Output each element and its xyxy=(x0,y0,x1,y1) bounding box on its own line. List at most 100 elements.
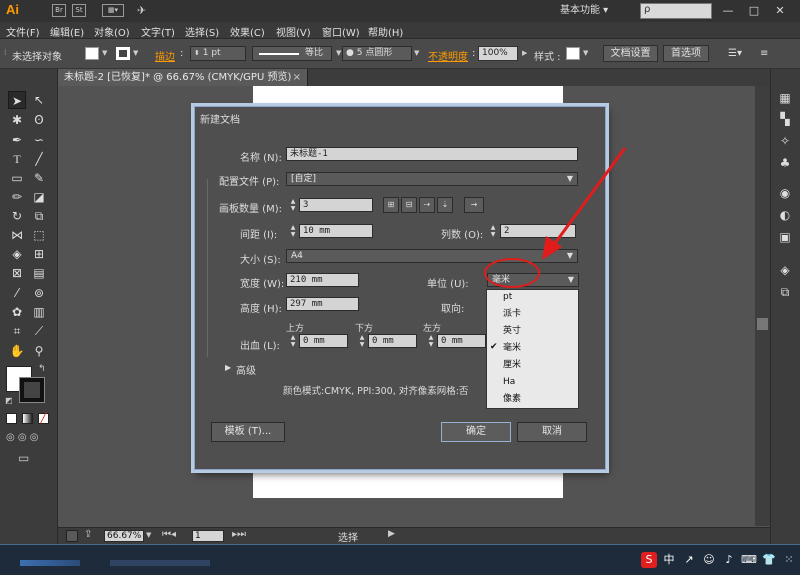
spacing-field[interactable]: 10 mm xyxy=(299,224,373,238)
zoom-tool-icon[interactable]: ⚲ xyxy=(30,342,48,360)
free-transform-tool-icon[interactable]: ⬚ xyxy=(30,226,48,244)
menu-window[interactable]: 窗口(W) xyxy=(322,24,360,39)
status-menu-icon[interactable] xyxy=(66,530,78,542)
units-option-inch[interactable]: 英寸 xyxy=(503,323,573,339)
close-window-button[interactable]: ✕ xyxy=(770,3,790,19)
direct-selection-tool-icon[interactable]: ↖ xyxy=(30,91,48,109)
magic-wand-tool-icon[interactable]: ✱ xyxy=(8,111,26,129)
arrange-by-column-icon[interactable]: ⇣ xyxy=(437,197,453,213)
units-option-pt[interactable]: pt xyxy=(503,289,573,305)
paintbrush-tool-icon[interactable]: ✎ xyxy=(30,169,48,187)
rectangle-tool-icon[interactable]: ▭ xyxy=(8,169,26,187)
stroke-color-box[interactable] xyxy=(19,377,45,403)
type-tool-icon[interactable]: T xyxy=(8,150,26,168)
grid-by-row-icon[interactable]: ⊞ xyxy=(383,197,399,213)
menu-edit[interactable]: 编辑(E) xyxy=(50,24,84,39)
ime-voice-icon[interactable]: ♪ xyxy=(721,552,737,568)
default-colors-icon[interactable]: ◩ xyxy=(5,396,13,405)
rotate-tool-icon[interactable]: ↻ xyxy=(8,207,26,225)
none-mode-icon[interactable]: ╱ xyxy=(38,413,49,424)
advanced-toggle[interactable]: 高级 xyxy=(236,362,256,377)
pencil-tool-icon[interactable]: ✏ xyxy=(8,188,26,206)
search-input[interactable]: ρ xyxy=(640,3,712,19)
units-option-centimeter[interactable]: 厘米 xyxy=(503,357,573,373)
units-option-ha[interactable]: Ha xyxy=(503,374,573,390)
color-mode-icon[interactable] xyxy=(6,413,17,424)
artboards-stepper-icon[interactable]: ▲ ▼ xyxy=(288,198,298,212)
chevron-down-icon[interactable]: ▼ xyxy=(146,531,151,539)
brushes-panel-icon[interactable]: ✧ xyxy=(777,133,793,149)
gpu-performance-icon[interactable]: ✈ xyxy=(137,4,146,17)
width-tool-icon[interactable]: ⋈ xyxy=(8,226,26,244)
stepper-icon[interactable]: ⬍ xyxy=(194,49,200,57)
stroke-weight-field[interactable]: ⬍ 1 pt xyxy=(190,46,246,61)
artboards-field[interactable]: 3 xyxy=(299,198,373,212)
columns-stepper-icon[interactable]: ▲ ▼ xyxy=(488,224,498,238)
scrollbar-thumb[interactable] xyxy=(757,318,768,330)
chevron-down-icon[interactable]: ▼ xyxy=(133,49,141,57)
artboard-tool-icon[interactable]: ⌗ xyxy=(8,322,26,340)
swap-colors-icon[interactable]: ↰ xyxy=(38,364,46,374)
align-icon[interactable]: ☰▾ xyxy=(728,48,742,59)
panel-menu-icon[interactable]: ≡ xyxy=(760,48,768,59)
document-tab[interactable]: 未标题-2 [已恢复]* @ 66.67% (CMYK/GPU 预览) × xyxy=(58,69,308,86)
drawing-mode-icon[interactable]: ◎ ◎ ◎ xyxy=(6,432,39,443)
chevron-right-icon[interactable]: ▶ xyxy=(522,49,530,57)
screen-mode-icon[interactable]: ▭ xyxy=(18,451,29,465)
bleed-top-field[interactable]: 0 mm xyxy=(299,334,348,348)
stroke-swatch[interactable] xyxy=(116,47,130,60)
graphic-styles-icon[interactable]: ◐ xyxy=(777,207,793,223)
ime-emoji-icon[interactable]: ☺ xyxy=(701,552,717,568)
bleed-top-stepper-icon[interactable]: ▲ ▼ xyxy=(288,334,298,348)
taskbar-app-button[interactable] xyxy=(110,560,210,566)
symbol-sprayer-tool-icon[interactable]: ✿ xyxy=(8,303,26,321)
opacity-field[interactable]: 100% xyxy=(478,46,518,61)
transparency-panel-icon[interactable]: ▣ xyxy=(777,229,793,245)
scale-tool-icon[interactable]: ⧉ xyxy=(30,207,48,225)
gradient-tool-icon[interactable]: ▤ xyxy=(30,264,48,282)
document-setup-button[interactable]: 文档设置 xyxy=(603,45,658,62)
menu-type[interactable]: 文字(T) xyxy=(141,24,175,39)
menu-select[interactable]: 选择(S) xyxy=(185,24,219,39)
maximize-button[interactable]: □ xyxy=(744,3,764,19)
bleed-left-stepper-icon[interactable]: ▲ ▼ xyxy=(426,334,436,348)
zoom-field[interactable]: 66.67% xyxy=(104,530,144,542)
curvature-tool-icon[interactable]: ∽ xyxy=(30,131,48,149)
variable-width-profile[interactable]: 等比 xyxy=(252,46,332,61)
status-arrow-icon[interactable]: ▶ xyxy=(388,529,395,539)
mesh-tool-icon[interactable]: ⊠ xyxy=(8,264,26,282)
chevron-down-icon[interactable]: ▼ xyxy=(414,49,422,57)
arrange-documents-icon[interactable]: ▦▾ xyxy=(102,4,124,17)
next-artboard-icon[interactable]: ▸⏭ xyxy=(232,529,246,540)
eraser-tool-icon[interactable]: ◪ xyxy=(30,188,48,206)
menu-help[interactable]: 帮助(H) xyxy=(368,24,403,39)
width-field[interactable]: 210 mm xyxy=(286,273,359,287)
bridge-icon[interactable]: Br xyxy=(52,4,66,17)
units-option-pixel[interactable]: 像素 xyxy=(503,391,573,407)
first-artboard-icon[interactable]: ⏮◂ xyxy=(162,529,176,540)
artboard-number-field[interactable]: 1 xyxy=(192,530,224,542)
line-tool-icon[interactable]: ╱ xyxy=(30,150,48,168)
close-tab-icon[interactable]: × xyxy=(293,69,301,86)
hand-tool-icon[interactable]: ✋ xyxy=(8,342,26,360)
lasso-tool-icon[interactable]: ʘ xyxy=(30,111,48,129)
brush-definition[interactable]: ● 5 点圆形 xyxy=(342,46,412,61)
workspace-switcher[interactable]: 基本功能 ▾ xyxy=(560,3,630,19)
layers-panel-icon[interactable]: ◈ xyxy=(777,262,793,278)
slice-tool-icon[interactable]: ⟋ xyxy=(30,322,48,340)
ok-button[interactable]: 确定 xyxy=(441,422,511,442)
column-graph-tool-icon[interactable]: ▥ xyxy=(30,303,48,321)
menu-file[interactable]: 文件(F) xyxy=(6,24,40,39)
bleed-bottom-field[interactable]: 0 mm xyxy=(368,334,417,348)
bleed-left-field[interactable]: 0 mm xyxy=(437,334,486,348)
ime-chinese-icon[interactable]: 中 xyxy=(661,552,677,568)
bleed-bottom-stepper-icon[interactable]: ▲ ▼ xyxy=(357,334,367,348)
ime-punctuation-icon[interactable]: ↗ xyxy=(681,552,697,568)
share-icon[interactable]: ⇪ xyxy=(84,529,92,540)
color-panel-icon[interactable]: ▦ xyxy=(777,90,793,106)
graphic-style-swatch[interactable] xyxy=(566,47,580,60)
taskbar-app-button[interactable] xyxy=(20,560,80,566)
chevron-down-icon[interactable]: ▼ xyxy=(583,49,591,57)
arrange-by-row-icon[interactable]: ⇢ xyxy=(419,197,435,213)
grid-by-column-icon[interactable]: ⊟ xyxy=(401,197,417,213)
